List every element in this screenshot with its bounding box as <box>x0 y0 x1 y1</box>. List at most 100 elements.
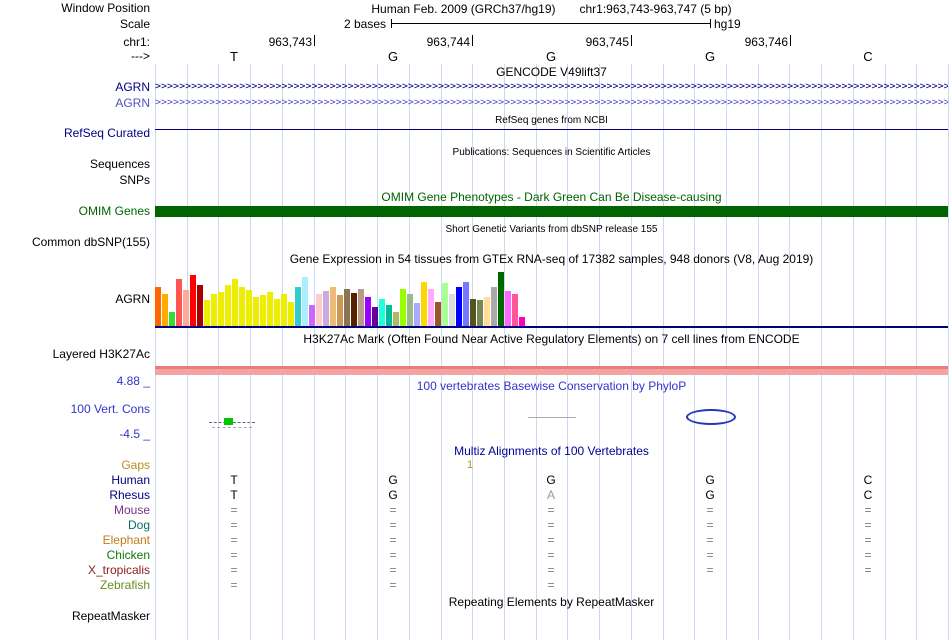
alignment-base: = <box>389 578 397 592</box>
alignment-base: = <box>230 578 238 592</box>
coordinate-label: 963,746 <box>744 35 788 49</box>
gtex-expression-bar <box>295 287 301 327</box>
alignment-base: A <box>546 488 555 502</box>
omim-genes-label[interactable]: OMIM Genes <box>79 205 150 218</box>
gtex-expression-bar <box>169 312 175 327</box>
chrom-label: chr1: <box>123 35 150 49</box>
gtex-expression-bar <box>358 289 364 327</box>
conservation-tick-marks-2 <box>212 427 252 428</box>
species-label-dog[interactable]: Dog <box>128 519 150 532</box>
alignment-base: G <box>388 473 398 487</box>
gtex-expression-bar <box>351 293 357 327</box>
gencode-transcript-label-agrn-1[interactable]: AGRN <box>115 81 150 94</box>
alignment-base: = <box>547 518 555 532</box>
publications-track-title: Publications: Sequences in Scientific Ar… <box>452 147 651 158</box>
repeatmasker-label[interactable]: RepeatMasker <box>72 610 150 623</box>
alignment-base: = <box>547 578 555 592</box>
gtex-expression-bar <box>281 294 287 327</box>
publications-sequences-label[interactable]: Sequences <box>90 158 150 171</box>
alignment-base: = <box>230 518 238 532</box>
publications-snps-label[interactable]: SNPs <box>119 174 150 187</box>
gtex-expression-bar <box>246 290 252 327</box>
scale-value: 2 bases <box>343 17 386 31</box>
gtex-expression-bar <box>323 291 329 327</box>
species-label-rhesus[interactable]: Rhesus <box>109 489 150 502</box>
reference-base: C <box>863 49 873 64</box>
gtex-track-title: Gene Expression in 54 tissues from GTEx … <box>289 252 814 266</box>
omim-gene-glyph[interactable] <box>155 206 948 217</box>
species-label-mouse[interactable]: Mouse <box>114 504 150 517</box>
reference-base: G <box>387 49 399 64</box>
gtex-expression-bar <box>428 289 434 327</box>
window-position-label: Window Position <box>61 1 150 15</box>
gtex-expression-bar <box>386 305 392 327</box>
alignment-base: G <box>388 488 398 502</box>
multiz-gap-marker: 1 <box>466 459 474 471</box>
alignment-base: = <box>389 503 397 517</box>
gencode-transcript-glyph-1[interactable]: >>>>>>>>>>>>>>>>>>>>>>>>>>>>>>>>>>>>>>>>… <box>155 81 948 92</box>
alignment-base: T <box>230 488 238 502</box>
refseq-curated-label[interactable]: RefSeq Curated <box>64 127 150 140</box>
gencode-transcript-glyph-2[interactable]: >>>>>>>>>>>>>>>>>>>>>>>>>>>>>>>>>>>>>>>>… <box>155 97 948 108</box>
gencode-transcript-label-agrn-2[interactable]: AGRN <box>115 97 150 110</box>
common-dbsnp-label[interactable]: Common dbSNP(155) <box>32 236 150 249</box>
gtex-expression-bar <box>379 299 385 327</box>
genome-label: hg19 <box>714 17 741 31</box>
gtex-expression-bar <box>365 297 371 327</box>
gtex-expression-bar <box>232 279 238 327</box>
alignment-base: = <box>706 518 714 532</box>
alignment-base: = <box>389 533 397 547</box>
conservation-zero-line-segment <box>528 417 576 418</box>
species-label-elephant[interactable]: Elephant <box>103 534 150 547</box>
gtex-expression-bar <box>155 287 161 327</box>
layered-h3k27ac-label[interactable]: Layered H3K27Ac <box>53 348 150 361</box>
coordinate-tick <box>314 35 315 46</box>
gtex-expression-bar <box>512 294 518 327</box>
alignment-base: = <box>547 548 555 562</box>
conservation-clip-ellipse <box>686 409 736 425</box>
alignment-base: = <box>706 548 714 562</box>
gtex-expression-bar <box>239 287 245 327</box>
gtex-expression-bar <box>470 299 476 327</box>
h3k27ac-signal-bar[interactable] <box>155 366 948 375</box>
ucsc-genome-browser-image[interactable]: Window Position Human Feb. 2009 (GRCh37/… <box>0 0 950 640</box>
species-label-chicken[interactable]: Chicken <box>107 549 150 562</box>
gtex-expression-bar <box>204 300 210 327</box>
gencode-track-title: GENCODE V49lift37 <box>496 65 607 79</box>
gtex-expression-bar <box>316 294 322 327</box>
gtex-expression-bar <box>302 277 308 327</box>
position-range: chr1:963,743-963,747 (5 bp) <box>579 2 732 16</box>
alignment-base: C <box>863 488 873 502</box>
coordinate-tick <box>631 35 632 46</box>
conservation-track-label[interactable]: 100 Vert. Cons <box>71 403 150 416</box>
gtex-expression-bar <box>225 285 231 327</box>
gtex-gene-label[interactable]: AGRN <box>115 293 150 306</box>
alignment-base: = <box>864 503 872 517</box>
multiz-gaps-label[interactable]: Gaps <box>121 459 150 472</box>
reference-base: G <box>545 49 557 64</box>
species-label-zebrafish[interactable]: Zebrafish <box>100 579 150 592</box>
species-label-x_tropicalis[interactable]: X_tropicalis <box>88 564 150 577</box>
alignment-base: = <box>389 563 397 577</box>
alignment-base: G <box>546 473 556 487</box>
conservation-min-value: -4.5 _ <box>119 427 150 441</box>
conservation-max-value: 4.88 _ <box>116 374 150 388</box>
species-label-human[interactable]: Human <box>111 474 150 487</box>
conservation-positive-block <box>224 418 233 425</box>
alignment-base: = <box>389 518 397 532</box>
gtex-expression-bar <box>176 279 182 327</box>
gtex-expression-bar <box>456 287 462 327</box>
scale-label: Scale <box>119 17 150 31</box>
alignment-base: T <box>230 473 238 487</box>
gtex-expression-bar <box>330 287 336 327</box>
alignment-base: = <box>230 503 238 517</box>
alignment-base: = <box>864 518 872 532</box>
gtex-expression-bar <box>344 289 350 327</box>
alignment-base: = <box>547 533 555 547</box>
alignment-base: = <box>230 548 238 562</box>
refseq-gene-glyph[interactable] <box>155 129 948 130</box>
gtex-expression-bar <box>218 292 224 327</box>
gtex-expression-bar <box>253 297 259 327</box>
alignment-base: G <box>705 488 715 502</box>
alignment-base: = <box>864 563 872 577</box>
